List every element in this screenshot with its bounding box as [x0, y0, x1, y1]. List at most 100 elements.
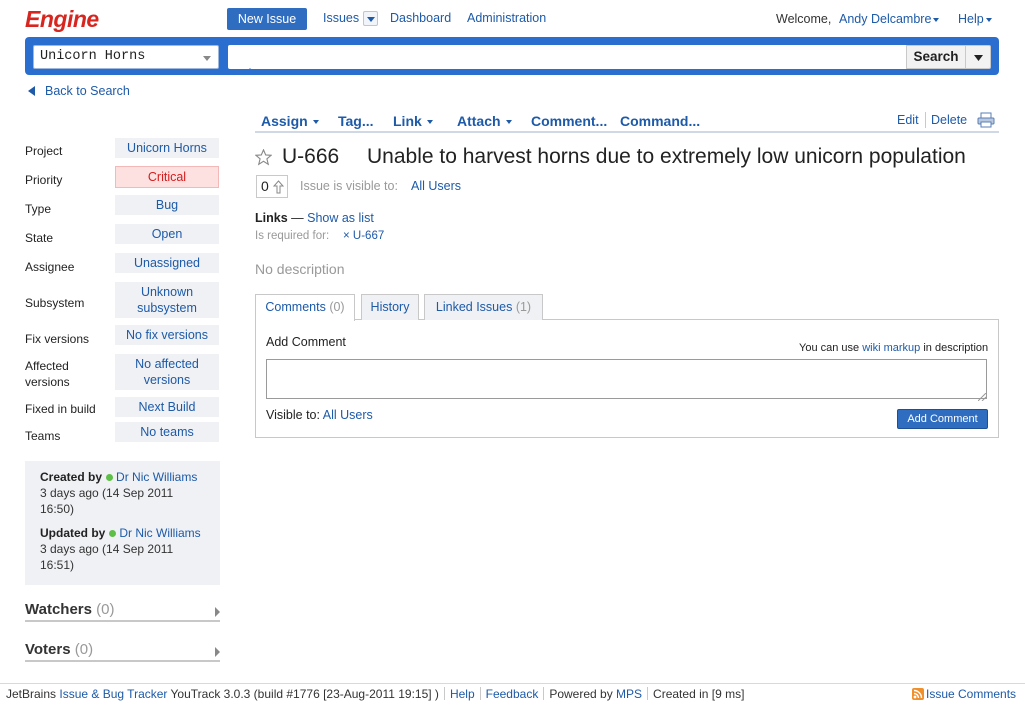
visibility-value-link[interactable]: All Users — [411, 179, 461, 193]
link-label: Link — [393, 113, 422, 129]
field-label-project: Project — [25, 144, 63, 158]
search-button[interactable]: Search — [906, 45, 966, 69]
assign-menu[interactable]: Assign — [261, 113, 319, 129]
nav-issues-link[interactable]: Issues — [323, 11, 359, 25]
search-notch — [244, 68, 256, 75]
created-in-time: Created in [9 ms] — [653, 687, 745, 701]
watchers-count: (0) — [96, 601, 115, 618]
add-comment-title: Add Comment — [266, 335, 346, 349]
back-to-search-link[interactable]: Back to Search — [28, 84, 130, 98]
link-menu[interactable]: Link — [393, 113, 433, 129]
print-icon[interactable] — [977, 112, 995, 128]
field-value-fix-versions[interactable]: No fix versions — [115, 325, 219, 345]
tab-history-label: History — [370, 300, 410, 314]
delete-link[interactable]: Delete — [931, 113, 967, 127]
arrow-left-icon — [28, 86, 35, 96]
footer: JetBrains Issue & Bug Tracker YouTrack 3… — [6, 687, 744, 701]
voters-section-toggle[interactable]: Voters (0) — [25, 641, 220, 662]
vote-count: 0 — [261, 178, 269, 194]
field-value-type[interactable]: Bug — [115, 195, 219, 215]
arrow-up-icon — [273, 180, 284, 194]
tab-comments-count: (0) — [329, 300, 345, 314]
comment-textarea[interactable] — [266, 359, 987, 399]
tab-linked-issues[interactable]: Linked Issues (1) — [424, 294, 543, 320]
assign-label: Assign — [261, 113, 308, 129]
issue-comments-feed-link[interactable]: Issue Comments — [926, 687, 1016, 701]
issues-dropdown-toggle[interactable] — [363, 11, 378, 26]
wiki-markup-link[interactable]: wiki markup — [862, 342, 920, 354]
project-selector[interactable]: Unicorn Horns — [33, 45, 219, 69]
search-query-input[interactable] — [228, 45, 906, 69]
help-menu[interactable]: Help — [958, 12, 992, 26]
field-value-fixed-in-build[interactable]: Next Build — [115, 397, 219, 417]
created-by-label: Created by — [40, 470, 103, 484]
online-status-icon — [106, 474, 114, 481]
back-to-search-label: Back to Search — [45, 84, 130, 98]
created-time: 3 days ago (14 Sep 2011 16:50) — [40, 486, 174, 516]
resize-grip-icon[interactable] — [977, 390, 987, 402]
caret-down-icon — [312, 120, 319, 125]
links-label: Links — [255, 211, 288, 225]
show-as-list-link[interactable]: Show as list — [307, 211, 374, 225]
feedback-link[interactable]: Feedback — [486, 687, 539, 701]
field-label-type: Type — [25, 202, 52, 216]
bug-tracker-link[interactable]: Issue & Bug Tracker — [59, 687, 167, 701]
caret-down-icon — [985, 17, 992, 22]
nav-dashboard-link[interactable]: Dashboard — [390, 11, 451, 25]
toolbar-divider — [925, 112, 926, 128]
tag-button[interactable]: Tag... — [338, 113, 374, 129]
footer-separator — [479, 687, 481, 700]
rss-feed-icon[interactable] — [912, 688, 924, 700]
creator-link[interactable]: Dr Nic Williams — [116, 470, 197, 484]
updated-time: 3 days ago (14 Sep 2011 16:51) — [40, 542, 174, 572]
footer-help-link[interactable]: Help — [450, 687, 475, 701]
caret-down-icon — [505, 120, 512, 125]
field-value-assignee[interactable]: Unassigned — [115, 253, 219, 273]
tab-history[interactable]: History — [361, 294, 419, 320]
caret-down-icon — [426, 120, 433, 125]
footer-separator — [647, 687, 649, 700]
project-selector-value: Unicorn Horns — [40, 49, 146, 64]
user-menu[interactable]: Andy Delcambre — [839, 12, 940, 26]
field-value-project[interactable]: Unicorn Horns — [115, 138, 219, 158]
comment-visibility-link[interactable]: All Users — [323, 408, 373, 422]
wiki-hint-prefix: You can use — [799, 342, 863, 354]
links-header: Links — Show as list — [255, 211, 374, 225]
comment-button[interactable]: Comment... — [531, 113, 607, 129]
nav-administration-link[interactable]: Administration — [467, 11, 546, 25]
field-label-priority: Priority — [25, 173, 63, 187]
search-options-dropdown[interactable] — [966, 45, 991, 69]
tab-comments[interactable]: Comments (0) — [255, 294, 355, 321]
expand-arrow-icon — [215, 607, 220, 617]
vote-button[interactable]: 0 — [256, 175, 288, 198]
add-comment-button[interactable]: Add Comment — [897, 409, 988, 429]
tab-linked-issues-count: (1) — [515, 300, 532, 314]
field-label-state: State — [25, 231, 54, 245]
edit-link[interactable]: Edit — [897, 113, 919, 127]
issue-meta-box: Created by Dr Nic Williams 3 days ago (14… — [25, 461, 220, 585]
voters-label: Voters — [25, 641, 71, 658]
issue-summary: Unable to harvest horns due to extremely… — [367, 145, 966, 168]
updater-link[interactable]: Dr Nic Williams — [119, 526, 200, 540]
field-value-priority[interactable]: Critical — [115, 166, 219, 188]
chevron-down-icon — [974, 55, 983, 61]
comment-visibility: Visible to: All Users — [266, 408, 373, 422]
field-value-state[interactable]: Open — [115, 224, 219, 244]
linked-issue-link[interactable]: × U-667 — [343, 230, 384, 242]
new-issue-button[interactable]: New Issue — [227, 8, 307, 30]
field-value-subsystem[interactable]: Unknown subsystem — [115, 282, 219, 318]
comment-visibility-label: Visible to: — [266, 408, 320, 422]
attach-menu[interactable]: Attach — [457, 113, 512, 129]
mps-link[interactable]: MPS — [616, 687, 642, 701]
field-value-teams[interactable]: No teams — [115, 422, 219, 442]
watchers-label: Watchers — [25, 601, 92, 618]
engine-yard-logo[interactable]: Engine YardTM — [25, 4, 155, 62]
watchers-section-toggle[interactable]: Watchers (0) — [25, 601, 220, 622]
field-value-affected-versions[interactable]: No affected versions — [115, 354, 219, 390]
command-button[interactable]: Command... — [620, 113, 700, 129]
wiki-hint-suffix: in description — [920, 342, 989, 354]
chevron-down-icon — [367, 17, 375, 22]
help-label: Help — [958, 12, 984, 26]
field-label-assignee: Assignee — [25, 260, 75, 274]
star-icon[interactable] — [254, 148, 273, 166]
